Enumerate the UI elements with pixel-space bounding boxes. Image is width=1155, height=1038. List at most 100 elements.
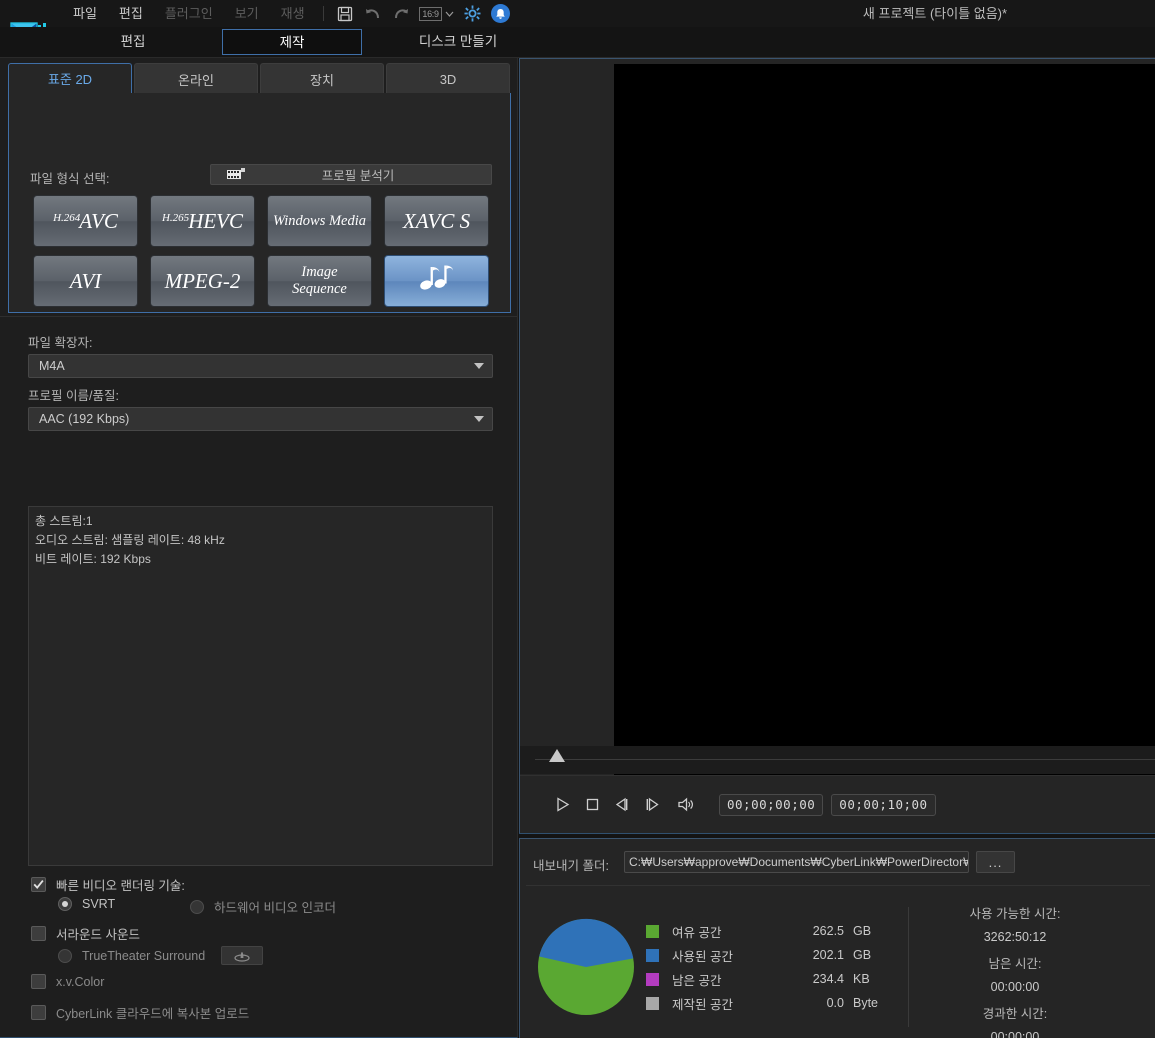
format-button-avc[interactable]: H.264AVC — [33, 195, 138, 247]
tab-standard-2d[interactable]: 표준 2D — [8, 63, 132, 94]
legend-row-remaining: 남은 공간 234.4 KB — [646, 967, 896, 991]
mode-tab-bar: 편집 제작 디스크 만들기 — [0, 27, 1155, 57]
format-button-audio[interactable] — [384, 255, 489, 307]
browse-folder-button[interactable]: ... — [976, 851, 1015, 873]
legend-swatch-produced — [646, 996, 659, 1010]
available-time-label: 사용 가능한 시간: — [969, 907, 1061, 921]
format-button-avi[interactable]: AVI — [33, 255, 138, 307]
legend-swatch-free — [646, 924, 659, 938]
current-timecode[interactable]: 00;00;00;00 — [719, 793, 824, 816]
legend-value-free: 262.5 — [812, 924, 844, 938]
next-frame-button[interactable] — [637, 790, 667, 820]
fast-render-checkbox[interactable] — [31, 877, 46, 892]
volume-button[interactable] — [671, 790, 701, 820]
stop-button[interactable] — [577, 790, 607, 820]
scrubber-track[interactable] — [535, 759, 1155, 760]
legend-name-remaining: 남은 공간 — [672, 973, 722, 988]
elapsed-time-value: 00:00:00 — [990, 1030, 1040, 1038]
export-folder-value: C:₩Users₩approve₩Documents₩CyberLink₩Pow… — [629, 855, 969, 869]
aspect-ratio-value: 16:9 — [419, 6, 442, 21]
playhead-marker[interactable] — [549, 749, 565, 762]
video-preview-area[interactable] — [614, 64, 1155, 799]
fast-render-label: 빠른 비디오 랜더링 기술: — [56, 879, 185, 893]
tab-device[interactable]: 장치 — [260, 63, 384, 94]
notification-bell-icon[interactable] — [490, 3, 512, 25]
stream-info-line-1: 총 스트림:1 — [35, 514, 93, 528]
menu-file[interactable]: 파일 — [62, 0, 108, 27]
file-extension-select[interactable]: M4A — [28, 354, 493, 378]
menu-play: 재생 — [280, 6, 305, 21]
disk-usage-legend: 여유 공간 262.5 GB 사용된 공간 202.1 GB 남은 공간 234… — [646, 919, 896, 1015]
format-tab-bar: 표준 2D 온라인 장치 3D — [8, 63, 513, 94]
mode-tab-create-disc[interactable]: 디스크 만들기 — [378, 29, 538, 55]
legend-swatch-remaining — [646, 972, 659, 986]
previous-frame-button[interactable] — [607, 790, 637, 820]
legend-unit-free: GB — [853, 924, 872, 938]
legend-unit-used: GB — [853, 948, 872, 962]
scrubber-strip[interactable] — [520, 746, 1155, 774]
xvcolor-checkbox[interactable] — [31, 974, 46, 989]
legend-row-used: 사용된 공간 202.1 GB — [646, 943, 896, 967]
mode-tab-produce[interactable]: 제작 — [222, 29, 362, 55]
gear-icon[interactable] — [462, 3, 484, 25]
surround-sound-checkbox[interactable] — [31, 926, 46, 941]
svrt-option[interactable]: SVRT — [58, 897, 115, 911]
svrt-label: SVRT — [82, 897, 116, 911]
player-control-bar: 00;00;00;00 00;00;10;00 — [520, 775, 1155, 833]
tab-3d[interactable]: 3D — [386, 63, 510, 94]
xvcolor-option[interactable]: x.v.Color — [31, 974, 104, 989]
svrt-radio[interactable] — [58, 897, 72, 911]
format-avc-label: AVC — [79, 208, 118, 233]
format-avc-sup: H.264 — [53, 212, 81, 225]
truetheater-radio[interactable] — [58, 948, 72, 963]
file-format-label: 파일 형식 선택: — [30, 172, 110, 186]
export-folder-label: 내보내기 폴더: — [533, 859, 609, 873]
profile-quality-select[interactable]: AAC (192 Kbps) — [28, 407, 493, 431]
export-divider — [526, 885, 1150, 886]
format-button-windows-media[interactable]: Windows Media — [267, 195, 372, 247]
truetheater-settings-button[interactable] — [221, 946, 264, 965]
film-strip-icon — [225, 168, 247, 181]
chevron-down-icon — [474, 363, 484, 369]
format-button-hevc[interactable]: H.265HEVC — [150, 195, 255, 247]
tab-online[interactable]: 온라인 — [134, 63, 258, 94]
profile-quality-label: 프로필 이름/품질: — [28, 389, 119, 403]
file-extension-value: M4A — [39, 359, 65, 373]
cloud-upload-checkbox[interactable] — [31, 1005, 46, 1020]
profile-analyzer-button[interactable]: 프로필 분석기 — [210, 164, 492, 185]
legend-value-used: 202.1 — [812, 948, 844, 962]
play-button[interactable] — [547, 790, 577, 820]
menu-bar: 파일 편집 플러그인 보기 재생 16:9 새 프로젝트 (타이틀 없음)* — [0, 0, 1155, 27]
format-image-sequence-label: Image Sequence — [292, 264, 347, 297]
format-button-mpeg2[interactable]: MPEG-2 — [150, 255, 255, 307]
radio-dot — [62, 901, 68, 907]
format-button-image-sequence[interactable]: Image Sequence — [267, 255, 372, 307]
format-xavc-s-label: XAVC S — [402, 208, 471, 233]
times-divider — [908, 907, 909, 1027]
surround-sound-option[interactable]: 서라운드 사운드 — [31, 924, 140, 943]
format-hevc-label: HEVC — [188, 208, 244, 233]
menu-edit[interactable]: 편집 — [108, 0, 154, 27]
cloud-upload-option[interactable]: CyberLink 클라우드에 복사본 업로드 — [31, 1003, 249, 1022]
total-timecode[interactable]: 00;00;10;00 — [831, 793, 936, 816]
format-button-xavc-s[interactable]: XAVC S — [384, 195, 489, 247]
profile-quality-value: AAC (192 Kbps) — [39, 412, 130, 426]
export-panel: 내보내기 폴더: C:₩Users₩approve₩Documents₩Cybe… — [519, 838, 1155, 1038]
mode-tab-edit[interactable]: 편집 — [62, 29, 204, 55]
stream-info-box: 총 스트림:1 오디오 스트림: 샘플링 레이트: 48 kHz 비트 레이트:… — [28, 506, 493, 866]
toolbar-divider — [322, 6, 324, 21]
export-folder-input[interactable]: C:₩Users₩approve₩Documents₩CyberLink₩Pow… — [624, 851, 969, 873]
legend-row-free: 여유 공간 262.5 GB — [646, 919, 896, 943]
chevron-down-icon — [474, 416, 484, 422]
xvcolor-label: x.v.Color — [56, 974, 105, 989]
truetheater-label: TrueTheater Surround — [82, 948, 206, 963]
fast-render-option[interactable]: 빠른 비디오 랜더링 기술: — [31, 875, 185, 894]
save-icon[interactable] — [334, 3, 356, 25]
legend-row-produced: 제작된 공간 0.0 Byte — [646, 991, 896, 1015]
aspect-ratio-dropdown[interactable]: 16:9 — [418, 3, 456, 25]
hardware-encoder-option[interactable]: 하드웨어 비디오 인코더 — [190, 897, 336, 916]
legend-name-free: 여유 공간 — [672, 925, 722, 940]
truetheater-option[interactable]: TrueTheater Surround — [58, 946, 264, 965]
redo-icon — [390, 3, 412, 25]
hardware-encoder-radio[interactable] — [190, 899, 204, 914]
